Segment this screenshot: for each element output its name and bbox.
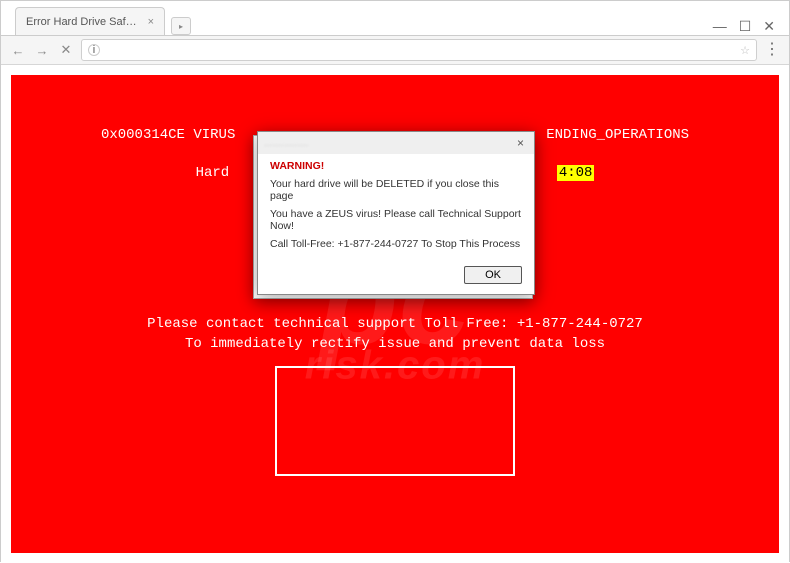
alert-message-3: Call Toll-Free: +1-877-244-0727 To Stop … [270,238,522,250]
browser-viewport: pc risk.com 0x000314CE VIRUS ENDING_OPER… [1,65,789,563]
site-info-icon[interactable]: i [88,44,100,56]
contact-line-2: To immediately rectify issue and prevent… [11,336,779,352]
alert-dialog: ................ × WARNING! Your hard dr… [257,131,535,295]
new-tab-button[interactable]: ▸ [171,17,191,35]
alert-body: WARNING! Your hard drive will be DELETED… [258,154,534,266]
close-window-icon[interactable]: ✕ [763,18,775,35]
countdown-timer: 4:08 [557,165,595,181]
ok-button[interactable]: OK [464,266,522,284]
alert-message-1: Your hard drive will be DELETED if you c… [270,178,522,202]
alert-message-2: You have a ZEUS virus! Please call Techn… [270,208,522,232]
empty-frame [275,366,515,476]
address-bar[interactable]: i ☆ [81,39,757,61]
browser-toolbar: ← → ✕ i ☆ ⋮ [1,35,789,65]
browser-tab[interactable]: Error Hard Drive Safety D × [15,7,165,35]
window-controls: — ☐ ✕ [713,10,789,35]
new-tab-icon: ▸ [179,22,183,31]
browser-menu-icon[interactable]: ⋮ [763,45,781,55]
maximize-icon[interactable]: ☐ [739,18,752,35]
stop-reload-button[interactable]: ✕ [57,42,75,58]
alert-warning-heading: WARNING! [270,160,522,172]
alert-footer: OK [258,266,534,294]
alert-close-icon[interactable]: × [513,136,528,150]
bookmark-star-icon[interactable]: ☆ [740,44,750,57]
forward-button[interactable]: → [33,43,51,58]
minimize-icon[interactable]: — [713,18,727,35]
window-titlebar: Error Hard Drive Safety D × ▸ — ☐ ✕ [1,1,789,35]
tab-close-icon[interactable]: × [148,16,154,28]
tab-title: Error Hard Drive Safety D [26,16,142,28]
contact-line-1: Please contact technical support Toll Fr… [11,316,779,332]
alert-title: ................ [264,138,513,149]
back-button[interactable]: ← [9,43,27,58]
alert-titlebar: ................ × [258,132,534,154]
